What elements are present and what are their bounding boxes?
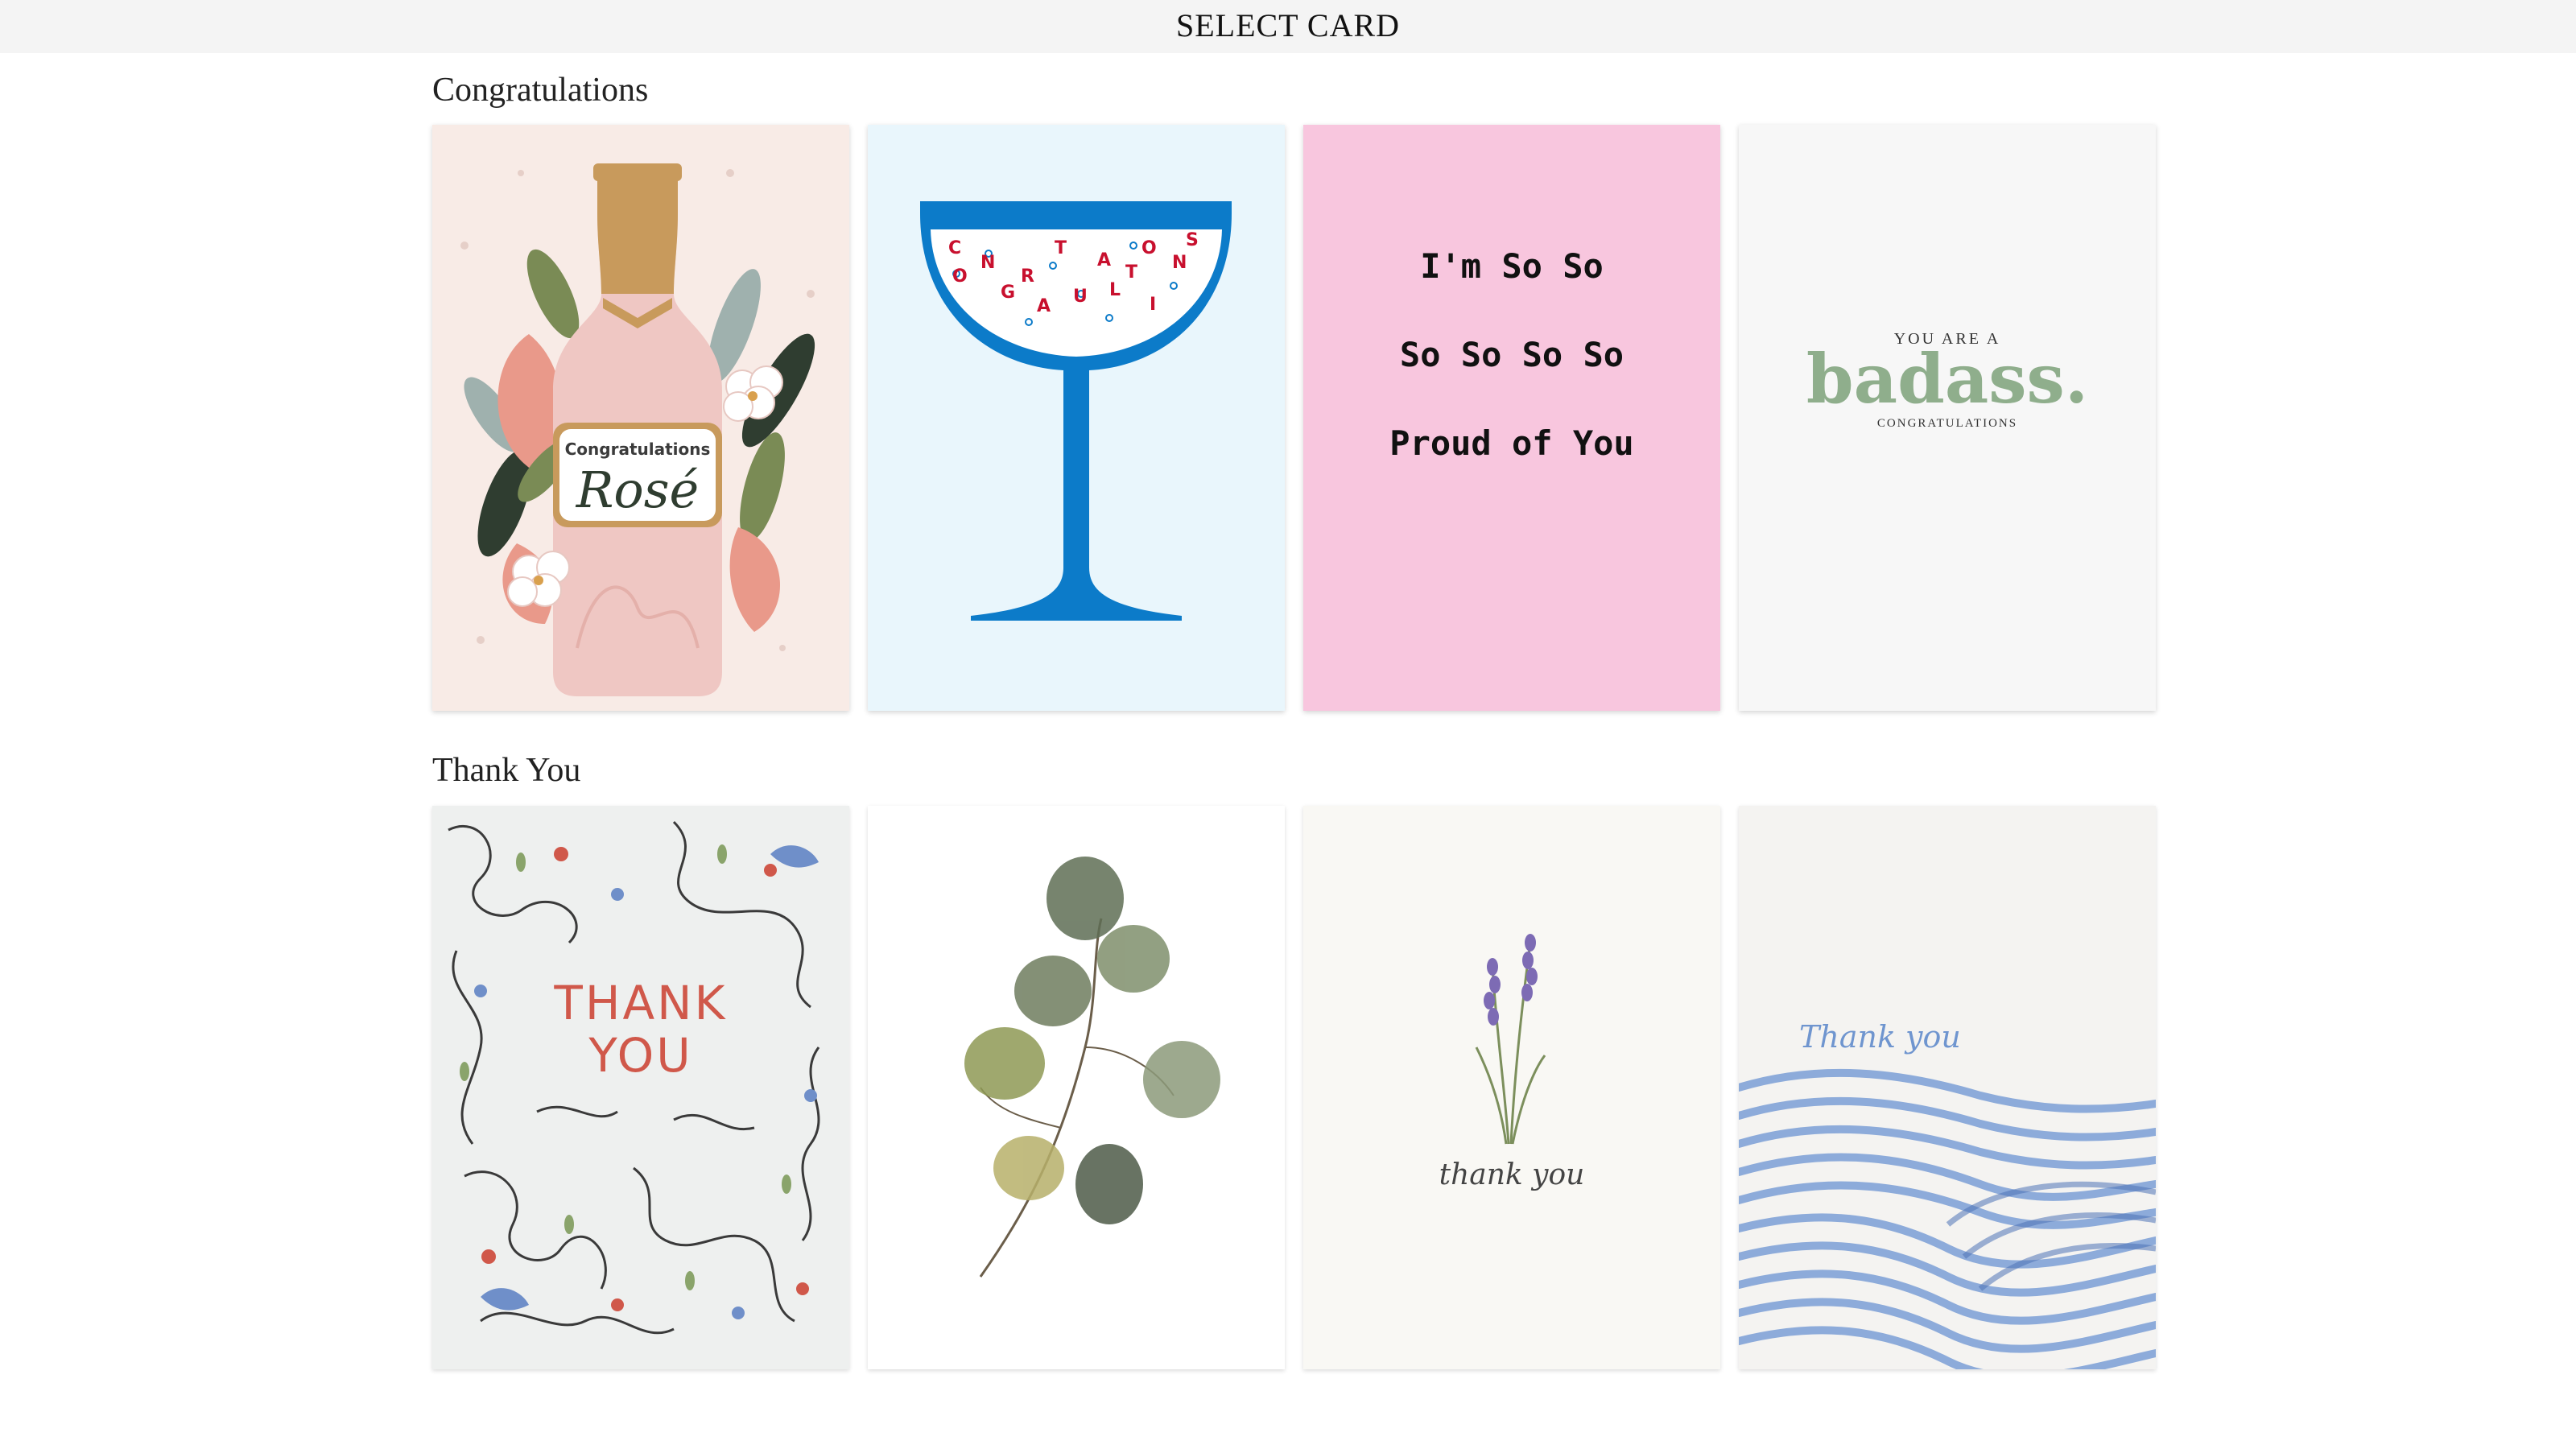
- proud-line-2: So So So So: [1400, 335, 1624, 374]
- card-congratulations-proud[interactable]: I'm So So So So So So Proud of You: [1303, 125, 1720, 711]
- badass-card-art: YOU ARE A badass. CONGRATULATIONS: [1739, 125, 2156, 711]
- section-title-congratulations: Congratulations: [432, 72, 649, 109]
- rose-label-top: Congratulations: [565, 440, 711, 459]
- card-thank-you-lavender[interactable]: thank you: [1303, 806, 1720, 1369]
- proud-line-3: Proud of You: [1389, 423, 1633, 463]
- lavender-card-art: thank you: [1303, 806, 1720, 1369]
- eucalyptus-card-art: [868, 806, 1285, 1369]
- card-congratulations-coupe[interactable]: C ON GRA TUA LTO INS: [868, 125, 1285, 711]
- doodle-line-2: YOU: [588, 1028, 692, 1083]
- coupe-card-art: C ON GRA TUA LTO INS: [868, 125, 1285, 711]
- section-title-thank-you: Thank You: [432, 752, 581, 789]
- doodle-card-art: THANK YOU: [432, 806, 849, 1369]
- card-thank-you-eucalyptus[interactable]: [868, 806, 1285, 1369]
- card-thank-you-waves[interactable]: Thank you: [1739, 806, 2156, 1369]
- card-thank-you-doodle[interactable]: THANK YOU: [432, 806, 849, 1369]
- proud-line-1: I'm So So: [1420, 246, 1604, 286]
- proud-card-art: I'm So So So So So So Proud of You: [1303, 125, 1720, 711]
- badass-line-2: badass.: [1806, 339, 2088, 419]
- lavender-text: thank you: [1439, 1158, 1585, 1191]
- rose-card-art: Congratulations Rosé: [432, 125, 849, 711]
- badass-line-3: CONGRATULATIONS: [1877, 417, 2017, 430]
- waves-text: Thank you: [1799, 1019, 1961, 1055]
- top-bar: SELECT CARD: [0, 0, 2576, 53]
- doodle-line-1: THANK: [553, 976, 727, 1030]
- card-congratulations-rose[interactable]: Congratulations Rosé: [432, 125, 849, 711]
- waves-card-art: Thank you: [1739, 806, 2156, 1369]
- page-title: SELECT CARD: [1175, 6, 1401, 43]
- rose-label-main: Rosé: [576, 460, 700, 519]
- card-congratulations-badass[interactable]: YOU ARE A badass. CONGRATULATIONS: [1739, 125, 2156, 711]
